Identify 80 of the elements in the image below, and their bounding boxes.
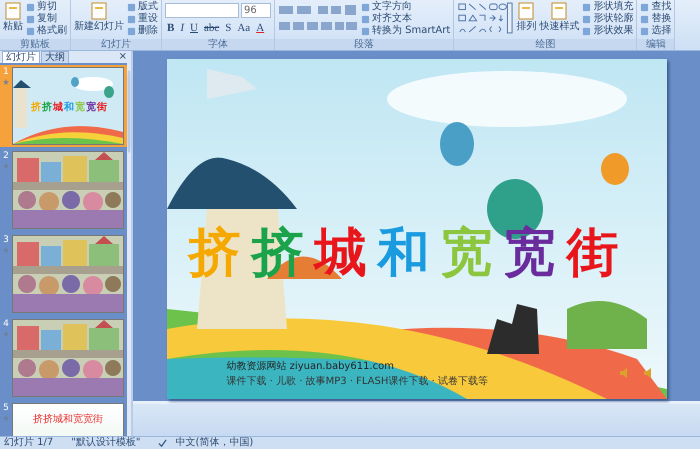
document-icon xyxy=(3,1,23,21)
format-button[interactable]: B xyxy=(165,21,176,35)
slide-thumbnail[interactable]: 挤挤城和宽宽街 xyxy=(12,67,124,145)
star-icon xyxy=(3,247,9,253)
title-character: 城 xyxy=(314,224,366,282)
ribbon-button[interactable]: 对齐文本 xyxy=(361,13,450,25)
ribbon-button[interactable]: 形状填充 xyxy=(582,1,634,13)
title-character: 和 xyxy=(378,224,430,282)
slide-thumbnail[interactable]: 挤挤城和宽宽街 xyxy=(12,403,124,436)
format-button[interactable]: I xyxy=(178,21,186,35)
star-icon xyxy=(3,415,9,421)
slide-number: 5 xyxy=(3,403,9,413)
font-size-field[interactable]: 96 xyxy=(241,3,271,18)
title-character: 宽 xyxy=(86,100,96,114)
ribbon-button[interactable]: 形状效果 xyxy=(582,25,634,37)
ribbon-button[interactable]: 重设 xyxy=(127,13,158,25)
ribbon-button[interactable]: 粘贴 xyxy=(3,1,23,37)
ribbon-button[interactable]: 剪切 xyxy=(26,1,67,13)
ribbon-button[interactable]: 快速样式 xyxy=(539,1,580,37)
slide-number: 4 xyxy=(3,319,9,329)
ribbon-button[interactable]: 排列 xyxy=(516,1,536,37)
title-character: 街 xyxy=(97,100,107,114)
ribbon-button[interactable]: 新建幻灯片 xyxy=(74,1,124,37)
title-character: 宽 xyxy=(504,224,556,282)
format-button[interactable]: abc xyxy=(202,21,222,35)
font-name-field[interactable] xyxy=(165,3,239,18)
document-icon xyxy=(549,1,570,21)
shapes-gallery-icon[interactable] xyxy=(457,1,514,35)
format-button[interactable]: Aa xyxy=(235,21,252,35)
title-character: 宽 xyxy=(75,100,85,114)
ribbon-button[interactable]: 删除 xyxy=(127,25,158,37)
ribbon-button[interactable]: 形状轮廓 xyxy=(582,13,634,25)
theme-name: "默认设计模板" xyxy=(71,437,140,449)
title-character: 宽 xyxy=(440,224,492,282)
title-character: 挤 xyxy=(42,100,52,114)
ribbon-button[interactable]: 查找 xyxy=(640,1,672,13)
scrollbar[interactable] xyxy=(127,63,131,436)
document-icon xyxy=(89,1,109,21)
website-tagline: 课件下载 · 儿歌 · 故事MP3 · FLASH课件下载 · 试卷下载等 xyxy=(226,374,488,388)
ribbon-button[interactable]: 选择 xyxy=(640,25,672,37)
ribbon-button[interactable]: 复制 xyxy=(26,13,67,25)
slide-number: 1 xyxy=(3,67,9,77)
thumbnail-title: 挤挤城和宽宽街 xyxy=(32,412,104,426)
format-button[interactable]: A xyxy=(254,21,266,35)
language-indicator: 中文(简体，中国) xyxy=(175,437,254,449)
star-icon xyxy=(3,331,9,337)
website-caption: 幼教资源网站 ziyuan.baby611.com xyxy=(226,360,395,373)
title-character: 城 xyxy=(53,100,63,114)
slide-number: 2 xyxy=(3,151,9,161)
format-button[interactable]: U xyxy=(188,21,200,35)
panel-tab[interactable]: 幻灯片 xyxy=(2,51,40,63)
title-character: 挤 xyxy=(31,100,41,114)
ribbon-button[interactable]: 转换为 SmartArt xyxy=(361,25,450,37)
star-icon xyxy=(3,79,9,85)
group-label: 字体 xyxy=(162,39,274,50)
group-label: 段落 xyxy=(275,39,454,50)
group-label: 绘图 xyxy=(454,39,636,50)
group-label: 编辑 xyxy=(637,39,674,50)
title-character: 挤 xyxy=(188,224,240,282)
slide-thumbnail-row[interactable]: 5 挤挤城和宽宽街 xyxy=(0,401,127,436)
check-icon[interactable] xyxy=(158,438,168,448)
slide-counter: 幻灯片 1/7 xyxy=(4,437,54,449)
align-buttons-drawing[interactable] xyxy=(278,20,358,32)
panel-tab[interactable]: 大纲 xyxy=(41,51,69,63)
document-icon xyxy=(516,1,536,21)
title-character: 和 xyxy=(64,100,74,114)
ribbon-button[interactable]: 版式 xyxy=(127,1,158,13)
ribbon-button[interactable]: 文字方向 xyxy=(361,1,450,13)
list-buttons-drawing[interactable] xyxy=(278,4,358,16)
title-character: 挤 xyxy=(252,224,304,282)
title-character: 街 xyxy=(566,224,618,282)
group-label: 剪贴板 xyxy=(0,39,70,50)
close-button[interactable]: × xyxy=(118,51,127,63)
ribbon-button[interactable]: 格式刷 xyxy=(26,25,67,37)
star-icon xyxy=(3,163,9,169)
slide-number: 3 xyxy=(3,235,9,245)
group-label: 幻灯片 xyxy=(71,39,161,50)
slide-thumbnail-row[interactable]: 1 挤挤城和宽宽街 xyxy=(0,65,127,147)
ribbon-button[interactable]: 替换 xyxy=(640,13,672,25)
format-button[interactable]: S xyxy=(223,21,234,35)
